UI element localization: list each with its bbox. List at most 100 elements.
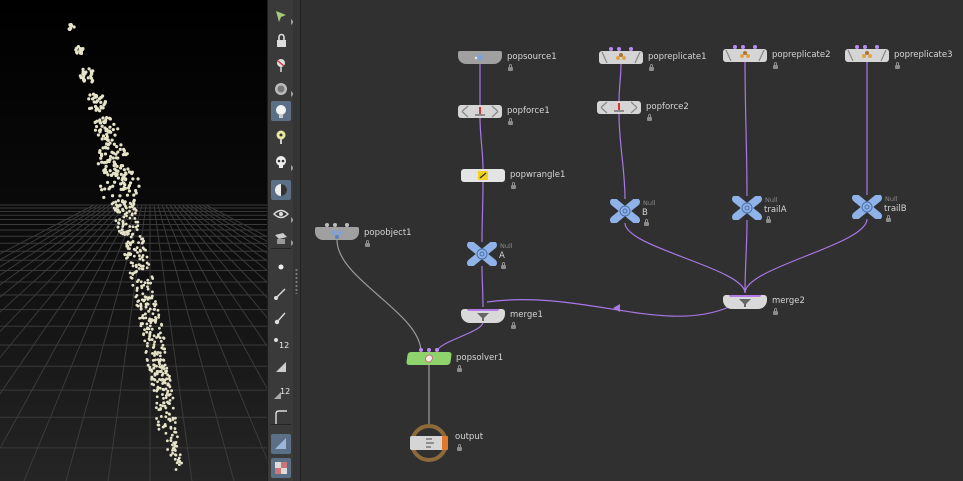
input-port[interactable]	[419, 348, 423, 352]
node-label[interactable]: popwrangle1	[510, 170, 565, 180]
point-normals-button[interactable]	[271, 307, 291, 327]
wire-popwrangle1-to-A[interactable]	[481, 181, 484, 243]
input-port[interactable]	[733, 45, 737, 49]
wire-popforce1-to-popwrangle1[interactable]	[479, 117, 484, 170]
null-node-icon[interactable]	[467, 241, 497, 267]
shading-mode-button[interactable]	[271, 180, 291, 200]
lock-icon[interactable]	[508, 118, 513, 125]
replicate-node-icon[interactable]	[845, 49, 889, 62]
wire-popforce2-to-B[interactable]	[618, 113, 626, 200]
node-label[interactable]: popobject1	[364, 228, 412, 238]
select-button[interactable]	[271, 6, 294, 26]
particle	[114, 152, 118, 156]
skull-ghost-button[interactable]	[271, 152, 294, 172]
node-label[interactable]: B	[642, 208, 648, 218]
lock-icon[interactable]	[649, 64, 654, 71]
display-options-button[interactable]	[271, 227, 294, 247]
wire-popobject1-to-popsolver1[interactable]	[336, 239, 422, 353]
lock-icon[interactable]	[365, 240, 370, 247]
force-node-icon[interactable]	[458, 105, 502, 118]
lock-icon[interactable]	[773, 62, 778, 69]
input-port[interactable]	[855, 45, 859, 49]
lock-button[interactable]	[271, 30, 291, 50]
input-port[interactable]	[333, 223, 337, 227]
particle	[144, 312, 147, 316]
ortho-grid-button[interactable]	[271, 434, 291, 454]
lock-icon[interactable]	[886, 215, 891, 222]
node-label[interactable]: popreplicate3	[894, 50, 953, 60]
wire-A-to-merge1[interactable]	[481, 265, 484, 308]
prim-numbers-button[interactable]: 12	[271, 382, 291, 402]
wrangle-node-icon[interactable]	[461, 169, 505, 182]
solver-node-icon[interactable]	[406, 352, 452, 365]
visibility-eye-button[interactable]	[271, 204, 294, 224]
node-label[interactable]: popforce1	[507, 106, 550, 116]
lock-icon[interactable]	[773, 308, 778, 315]
viewport-canvas[interactable]	[0, 0, 267, 481]
node-label[interactable]: merge1	[510, 310, 543, 320]
camera-view-button[interactable]	[271, 78, 294, 98]
node-label[interactable]: popsource1	[507, 52, 557, 62]
pin-button[interactable]	[271, 55, 291, 75]
force-node-icon[interactable]	[597, 101, 641, 114]
node-label[interactable]: popsolver1	[456, 353, 503, 363]
normal-display-button[interactable]	[271, 282, 291, 302]
wire-trailB-to-merge2[interactable]	[744, 218, 868, 294]
lock-icon[interactable]	[511, 182, 516, 189]
lock-icon[interactable]	[766, 216, 771, 223]
object-node-icon[interactable]	[315, 227, 359, 240]
lock-icon[interactable]	[508, 64, 513, 71]
source-node-icon[interactable]	[458, 51, 502, 64]
input-port[interactable]	[741, 45, 745, 49]
output-node-icon[interactable]	[409, 424, 449, 462]
prim-display-button[interactable]	[271, 356, 291, 376]
node-label[interactable]: merge2	[772, 296, 805, 306]
replicate-node-icon[interactable]	[723, 49, 767, 62]
node-label[interactable]: A	[499, 251, 505, 261]
wire-popreplicate2-to-trailA[interactable]	[744, 61, 748, 197]
input-port[interactable]	[617, 47, 621, 51]
wire-trailA-to-merge2[interactable]	[744, 219, 748, 294]
lock-icon[interactable]	[647, 114, 652, 121]
lock-icon[interactable]	[457, 365, 462, 372]
point-numbers-button[interactable]: 12	[271, 331, 291, 351]
null-node-icon[interactable]	[610, 198, 640, 224]
pane-divider[interactable]	[293, 0, 301, 481]
replicate-node-icon[interactable]	[599, 51, 643, 64]
input-port[interactable]	[325, 223, 329, 227]
particle	[117, 221, 120, 225]
input-port[interactable]	[863, 45, 867, 49]
input-port[interactable]	[629, 47, 633, 51]
input-port[interactable]	[753, 45, 757, 49]
null-node-icon[interactable]	[852, 194, 882, 220]
input-port[interactable]	[427, 348, 431, 352]
node-label[interactable]: trailA	[764, 205, 787, 215]
network-editor[interactable]: popsource1 popforce1 popwrangle1 A Null popre…	[301, 0, 963, 481]
lock-icon[interactable]	[511, 322, 516, 329]
divider-grip-icon[interactable]	[295, 268, 298, 294]
wire-merge1-to-popsolver1[interactable]	[436, 321, 484, 353]
merge-node-icon[interactable]	[723, 295, 767, 309]
wire-B-to-merge2[interactable]	[624, 222, 746, 294]
null-node-icon[interactable]	[732, 195, 762, 221]
node-label[interactable]: trailB	[884, 204, 907, 214]
headlight-button[interactable]	[271, 127, 291, 147]
node-label[interactable]: popreplicate1	[648, 52, 707, 62]
node-label[interactable]: popreplicate2	[772, 50, 831, 60]
node-label[interactable]: popforce2	[646, 102, 689, 112]
input-port[interactable]	[609, 47, 613, 51]
input-port[interactable]	[875, 45, 879, 49]
lock-icon[interactable]	[644, 219, 649, 226]
merge-node-icon[interactable]	[461, 309, 505, 323]
input-port[interactable]	[345, 223, 349, 227]
wire-popreplicate1-to-popforce2[interactable]	[618, 63, 622, 102]
light-bulb-button[interactable]	[271, 101, 291, 121]
scene-viewport[interactable]	[0, 0, 267, 481]
lock-icon[interactable]	[501, 262, 506, 269]
background-checker-button[interactable]	[271, 458, 291, 478]
point-display-button[interactable]	[271, 257, 291, 277]
lock-icon[interactable]	[895, 62, 900, 69]
node-label[interactable]: output	[455, 432, 483, 442]
lock-icon[interactable]	[457, 444, 462, 451]
input-port[interactable]	[435, 348, 439, 352]
